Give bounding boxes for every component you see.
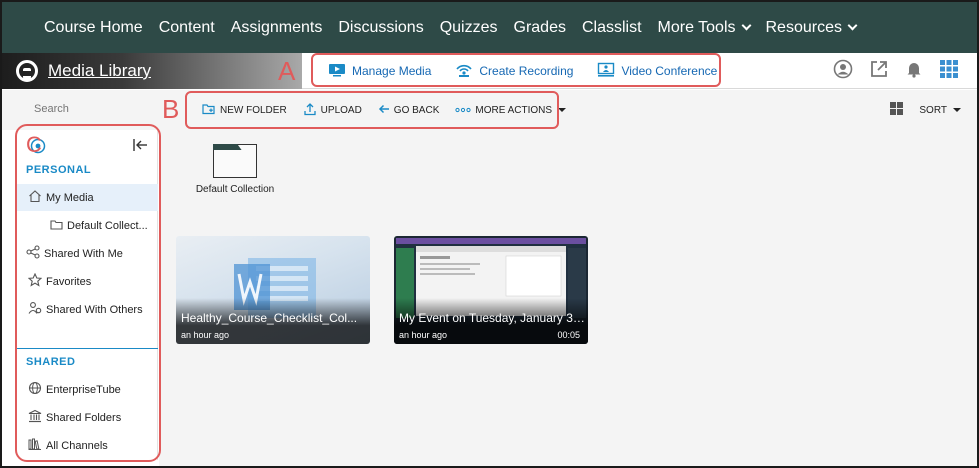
chevron-down-icon (741, 20, 751, 31)
nav-assignments[interactable]: Assignments (231, 19, 323, 37)
external-link-icon[interactable] (869, 59, 889, 84)
chevron-down-icon (847, 20, 858, 31)
page-title: Media Library (48, 61, 151, 80)
nav-course-home-label: Course Home (44, 18, 143, 36)
nav-grades-label: Grades (513, 18, 566, 36)
card-duration: 00:05 (557, 330, 580, 340)
sort-dropdown[interactable]: SORT (919, 105, 961, 116)
nav-quizzes[interactable]: Quizzes (440, 19, 498, 37)
annotation-letter-b: B (162, 94, 180, 124)
grid-view-icon[interactable] (890, 102, 904, 118)
media-card[interactable]: Healthy_Course_Checklist_Col... an hour … (176, 236, 370, 344)
nav-grades[interactable]: Grades (514, 19, 566, 37)
user-account-icon[interactable] (833, 59, 853, 84)
nav-discussions-label: Discussions (338, 18, 424, 36)
annotation-box-b (185, 91, 559, 129)
nav-more-tools[interactable]: More Tools (657, 18, 751, 37)
nav-classlist[interactable]: Classlist (582, 19, 642, 37)
card-title: Healthy_Course_Checklist_Col... (181, 311, 358, 325)
sort-label: SORT (919, 104, 947, 116)
nav-resources[interactable]: Resources (765, 18, 858, 37)
folder-icon (213, 144, 257, 178)
caret-down-icon (558, 108, 567, 112)
nav-course-home[interactable]: Course Home (44, 19, 143, 37)
annotation-letter-c: C (26, 132, 42, 157)
annotation-box-c (15, 124, 161, 462)
media-grid: Default Collection Healthy_Course_Checkl… (159, 130, 977, 466)
nav-discussions[interactable]: Discussions (338, 19, 423, 37)
annotation-box-a (311, 53, 721, 87)
caret-down-icon (953, 108, 961, 112)
nav-quizzes-label: Quizzes (439, 18, 498, 36)
card-time: an hour ago (399, 330, 448, 340)
folder-label: Default Collection (195, 184, 275, 195)
screenshot-frame: Course Home Content Assignments Discussi… (0, 0, 979, 468)
nav-assignments-label: Assignments (230, 18, 323, 36)
media-card[interactable]: My Event on Tuesday, January 3,... an ho… (394, 236, 588, 344)
search-input[interactable] (24, 97, 154, 121)
course-navbar: Course Home Content Assignments Discussi… (2, 2, 977, 53)
nav-content-label: Content (158, 18, 215, 36)
card-time: an hour ago (181, 330, 230, 340)
nav-resources-label: Resources (765, 18, 842, 36)
app-grid-icon[interactable] (939, 59, 959, 84)
header-utilities (817, 53, 959, 89)
bell-icon[interactable] (905, 60, 923, 83)
nav-content[interactable]: Content (159, 19, 215, 37)
nav-classlist-label: Classlist (581, 18, 642, 36)
folder-default-collection[interactable]: Default Collection (195, 144, 275, 195)
card-title: My Event on Tuesday, January 3,... (399, 311, 585, 325)
view-sort-controls: SORT (890, 90, 961, 130)
kaltura-logo-icon (16, 60, 38, 82)
nav-more-tools-label: More Tools (657, 18, 736, 36)
media-library-brand[interactable]: Media Library (2, 53, 302, 89)
annotation-letter-a: A (278, 56, 296, 86)
